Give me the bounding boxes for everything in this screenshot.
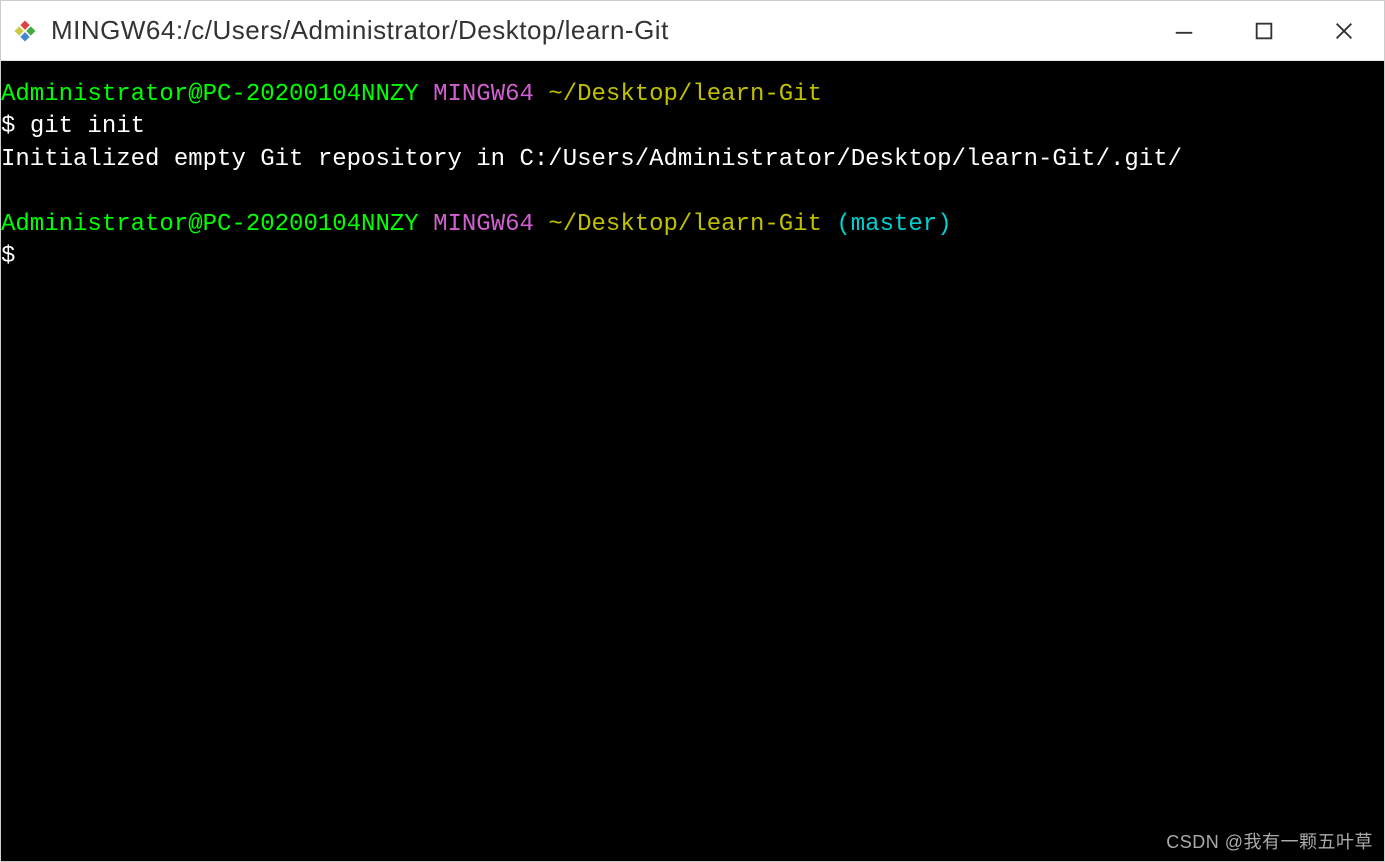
window-title: MINGW64:/c/Users/Administrator/Desktop/l… <box>51 15 1169 46</box>
blank-line <box>1 176 1384 208</box>
terminal-window: MINGW64:/c/Users/Administrator/Desktop/l… <box>0 0 1385 862</box>
close-button[interactable] <box>1329 16 1359 46</box>
output-line-1: Initialized empty Git repository in C:/U… <box>1 144 1384 176</box>
minimize-button[interactable] <box>1169 16 1199 46</box>
git-branch: (master) <box>836 211 951 238</box>
cwd-path: ~/Desktop/learn-Git <box>548 81 822 108</box>
command-line-2: $ <box>1 241 1384 273</box>
maximize-button[interactable] <box>1249 16 1279 46</box>
shell-label: MINGW64 <box>433 211 534 238</box>
window-controls <box>1169 16 1374 46</box>
prompt-line-1: Administrator@PC-20200104NNZY MINGW64 ~/… <box>1 79 1384 111</box>
titlebar[interactable]: MINGW64:/c/Users/Administrator/Desktop/l… <box>1 1 1384 61</box>
terminal-body[interactable]: Administrator@PC-20200104NNZY MINGW64 ~/… <box>1 61 1384 861</box>
git-bash-icon <box>11 17 39 45</box>
user-host: Administrator@PC-20200104NNZY <box>1 211 419 238</box>
prompt-line-2: Administrator@PC-20200104NNZY MINGW64 ~/… <box>1 209 1384 241</box>
command-line-1: $ git init <box>1 111 1384 143</box>
cwd-path: ~/Desktop/learn-Git <box>548 211 822 238</box>
watermark: CSDN @我有一颗五叶草 <box>1166 828 1373 854</box>
user-host: Administrator@PC-20200104NNZY <box>1 81 419 108</box>
shell-label: MINGW64 <box>433 81 534 108</box>
